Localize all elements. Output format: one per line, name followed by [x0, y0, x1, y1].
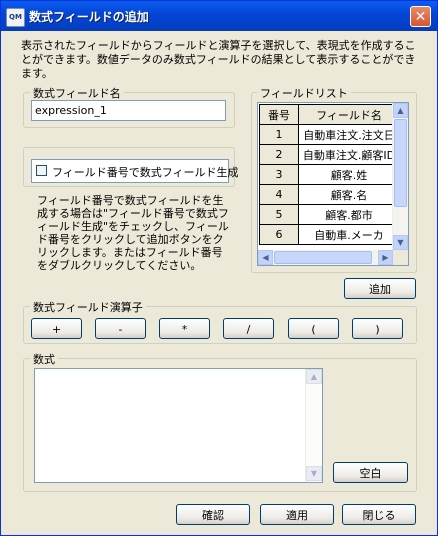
operator-close-paren-button[interactable]: )	[352, 318, 403, 339]
row-field-name[interactable]: 顧客.姓	[298, 164, 400, 185]
operator-minus-button[interactable]: -	[95, 318, 146, 339]
field-number-option[interactable]: フィールド番号で数式フィールド生成	[31, 159, 239, 183]
row-field-name[interactable]: 顧客.都市	[298, 204, 400, 225]
scroll-down-icon[interactable]: ▼	[393, 235, 408, 250]
field-list-hscrollbar[interactable]: ◀ ▶	[258, 250, 393, 265]
column-header-number[interactable]: 番号	[259, 104, 299, 125]
field-number-checkbox[interactable]	[36, 165, 47, 176]
app-icon: QM	[6, 8, 25, 27]
row-number[interactable]: 5	[259, 204, 299, 225]
field-list-legend: フィールドリスト	[257, 85, 351, 101]
row-field-name[interactable]: 自動車.メーカ	[298, 224, 400, 245]
formula-scroll-up-icon[interactable]: ▲	[306, 369, 322, 384]
formula-scroll-down-icon[interactable]: ▼	[306, 466, 322, 481]
window-title: 数式フィールドの追加	[29, 10, 149, 24]
row-number[interactable]: 1	[259, 124, 299, 145]
operator-multiply-button[interactable]: *	[159, 318, 210, 339]
scroll-left-icon[interactable]: ◀	[258, 250, 273, 265]
table-header-row: 番号 フィールド名	[259, 104, 400, 125]
row-number[interactable]: 4	[259, 184, 299, 205]
row-number[interactable]: 2	[259, 144, 299, 165]
table-row[interactable]: 6 自動車.メーカ	[259, 224, 400, 245]
hscroll-thumb[interactable]	[274, 251, 372, 264]
formula-name-input[interactable]	[31, 100, 226, 121]
operators-legend: 数式フィールド演算子	[30, 299, 146, 315]
scroll-up-icon[interactable]: ▲	[393, 103, 408, 118]
row-field-name[interactable]: 自動車注文.顧客ID	[298, 144, 400, 165]
close-button[interactable]: ✕	[410, 6, 431, 27]
ok-button[interactable]: 確認	[176, 504, 250, 525]
field-number-label: フィールド番号で数式フィールド生成	[52, 166, 239, 179]
formula-name-legend: 数式フィールド名	[30, 85, 124, 101]
formula-textarea[interactable]: ▲ ▼	[34, 368, 323, 483]
clear-button[interactable]: 空白	[333, 462, 408, 483]
operator-divide-button[interactable]: /	[223, 318, 274, 339]
table-row[interactable]: 4 顧客.名	[259, 184, 400, 205]
row-field-name[interactable]: 顧客.名	[298, 184, 400, 205]
field-number-help: フィールド番号で数式フィールドを生成する場合は"フィールド番号で数式フィールド生…	[37, 194, 229, 272]
scroll-right-icon[interactable]: ▶	[378, 250, 393, 265]
column-header-field-name[interactable]: フィールド名	[298, 104, 400, 125]
dialog-window: QM 数式フィールドの追加 ✕ 表示されたフィールドからフィールドと演算子を選択…	[0, 0, 438, 536]
description-text: 表示されたフィールドからフィールドと演算子を選択して、表現式を作成することができ…	[21, 39, 416, 80]
operator-plus-button[interactable]: +	[31, 318, 82, 339]
table-row[interactable]: 2 自動車注文.顧客ID	[259, 144, 400, 165]
apply-button[interactable]: 適用	[260, 504, 334, 525]
add-button[interactable]: 追加	[344, 278, 416, 299]
row-number[interactable]: 6	[259, 224, 299, 245]
table-row[interactable]: 3 顧客.姓	[259, 164, 400, 185]
table-row[interactable]: 5 顧客.都市	[259, 204, 400, 225]
row-field-name[interactable]: 自動車注文.注文日	[298, 124, 400, 145]
table-row[interactable]: 1 自動車注文.注文日	[259, 124, 400, 145]
formula-vscrollbar[interactable]: ▲ ▼	[305, 369, 322, 482]
field-list-grid[interactable]: 番号 フィールド名 1 自動車注文.注文日 2 自動車注文.顧客ID 3 顧客.…	[257, 102, 409, 266]
close-dialog-button[interactable]: 閉じる	[342, 504, 416, 525]
field-list-vscrollbar[interactable]: ▲ ▼	[392, 103, 408, 250]
field-table: 番号 フィールド名 1 自動車注文.注文日 2 自動車注文.顧客ID 3 顧客.…	[259, 104, 400, 245]
row-number[interactable]: 3	[259, 164, 299, 185]
scroll-corner	[393, 250, 408, 265]
formula-legend: 数式	[30, 351, 58, 367]
operator-open-paren-button[interactable]: (	[288, 318, 339, 339]
title-bar[interactable]: QM 数式フィールドの追加 ✕	[1, 1, 437, 31]
vscroll-thumb[interactable]	[394, 119, 407, 207]
